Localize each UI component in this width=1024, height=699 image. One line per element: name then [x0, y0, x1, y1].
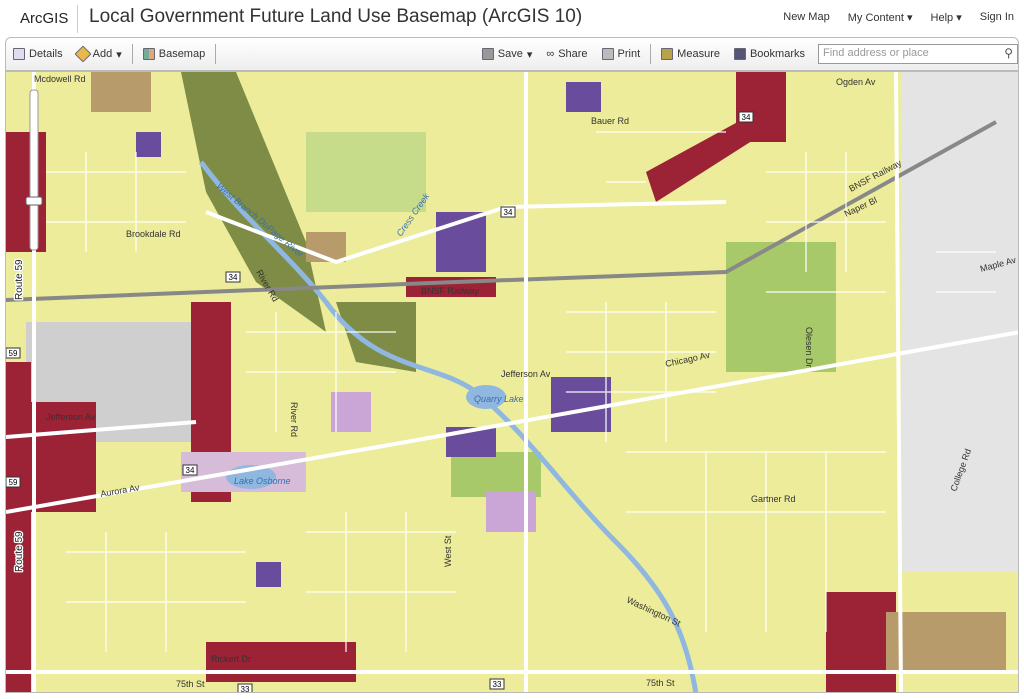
route-shield-34: 34 [504, 208, 513, 217]
road-label: 75th St [176, 679, 205, 689]
search-input[interactable]: Find address or place ⚲ [818, 44, 1018, 64]
basemap-button[interactable]: Basemap [136, 48, 212, 60]
divider [215, 44, 217, 64]
divider [131, 44, 133, 64]
road-label: West St [443, 535, 453, 567]
add-label: Add [92, 48, 113, 60]
new-map-link[interactable]: New Map [783, 11, 829, 24]
mixed-use-area [486, 492, 536, 532]
route-shield-33: 33 [241, 685, 250, 693]
road-label: Route 59 [14, 259, 25, 300]
details-button[interactable]: Details [6, 48, 70, 60]
divider [77, 5, 78, 33]
road-label: River Rd [289, 402, 299, 437]
road-label: Rickert Dr [211, 654, 251, 664]
share-icon: ∞ [546, 48, 555, 60]
zoom-slider-handle [25, 196, 43, 206]
search-placeholder: Find address or place [823, 47, 929, 59]
measure-button[interactable]: Measure [654, 48, 727, 60]
print-label: Print [617, 48, 641, 60]
details-icon [13, 48, 25, 60]
road-label: Brookdale Rd [126, 229, 181, 239]
road-label: Jefferson Av [46, 412, 96, 422]
header: ArcGIS Local Government Future Land Use … [0, 0, 1024, 36]
dropdown-arrow-icon: ▾ [116, 48, 122, 61]
dropdown-arrow-icon: ▾ [526, 48, 533, 61]
save-label: Save [497, 48, 523, 60]
route-shield-59: 59 [9, 349, 18, 358]
map-view[interactable]: Mcdowell Rd Ogden Av Bauer Rd Brookdale … [5, 71, 1019, 693]
bookmarks-button[interactable]: Bookmarks [727, 48, 812, 60]
lake-label: Quarry Lake [474, 394, 524, 404]
page-title: Local Government Future Land Use Basemap… [89, 6, 583, 27]
land-use-map[interactable]: Mcdowell Rd Ogden Av Bauer Rd Brookdale … [6, 72, 1019, 693]
road-label: Bauer Rd [591, 116, 629, 126]
institutional-area [551, 377, 611, 432]
details-label: Details [29, 48, 63, 60]
road-label: Route 59 [14, 531, 25, 572]
commercial-area [6, 132, 46, 252]
map-toolbar: Details Add ▾ Basemap Save ▾ ∞ Share Print … [5, 37, 1019, 71]
divider [650, 44, 652, 64]
road-label: Ogden Av [836, 77, 876, 87]
road-label: Mcdowell Rd [34, 74, 86, 84]
institutional-area [136, 132, 161, 157]
route-shield-59: 59 [9, 478, 18, 487]
basemap-icon [142, 48, 155, 60]
institutional-area [566, 82, 601, 112]
road-label: Jefferson Av [501, 369, 551, 379]
save-button[interactable]: Save ▾ [475, 48, 540, 61]
park [306, 132, 426, 212]
print-icon [601, 48, 614, 60]
route-shield-34: 34 [229, 273, 238, 282]
basemap-label: Basemap [158, 48, 206, 60]
share-button[interactable]: ∞ Share [539, 48, 594, 60]
road-label: Olesen Dr [804, 327, 814, 368]
railway-label: BNSF Railway [421, 286, 480, 296]
measure-label: Measure [677, 48, 720, 60]
route-shield-33: 33 [493, 680, 502, 689]
top-nav: New Map My Content ▾ Help ▾ Sign In [783, 11, 1014, 24]
add-button[interactable]: Add ▾ [70, 45, 129, 63]
help-menu[interactable]: Help ▾ [931, 11, 962, 24]
road-label: Gartner Rd [751, 494, 796, 504]
road-label: 75th St [646, 678, 675, 688]
commercial-area [826, 592, 896, 692]
institutional-area [256, 562, 281, 587]
route-shield-34: 34 [742, 113, 751, 122]
office-area [91, 72, 151, 112]
add-icon [74, 45, 92, 63]
measure-icon [661, 48, 674, 60]
sign-in-link[interactable]: Sign In [980, 11, 1014, 24]
share-label: Share [558, 48, 588, 60]
lake-label: Lake Osborne [234, 476, 291, 486]
mixed-use-area [331, 392, 371, 432]
unincorporated-area [901, 72, 1018, 572]
my-content-menu[interactable]: My Content ▾ [848, 11, 913, 24]
search-icon[interactable]: ⚲ [1004, 46, 1013, 60]
route-shield-34: 34 [186, 466, 195, 475]
arcgis-logo[interactable]: ArcGIS [20, 10, 68, 27]
save-icon [481, 48, 494, 60]
office-area [886, 612, 1006, 672]
bookmarks-label: Bookmarks [749, 48, 805, 60]
bookmarks-icon [733, 48, 746, 60]
print-button[interactable]: Print [595, 48, 648, 60]
